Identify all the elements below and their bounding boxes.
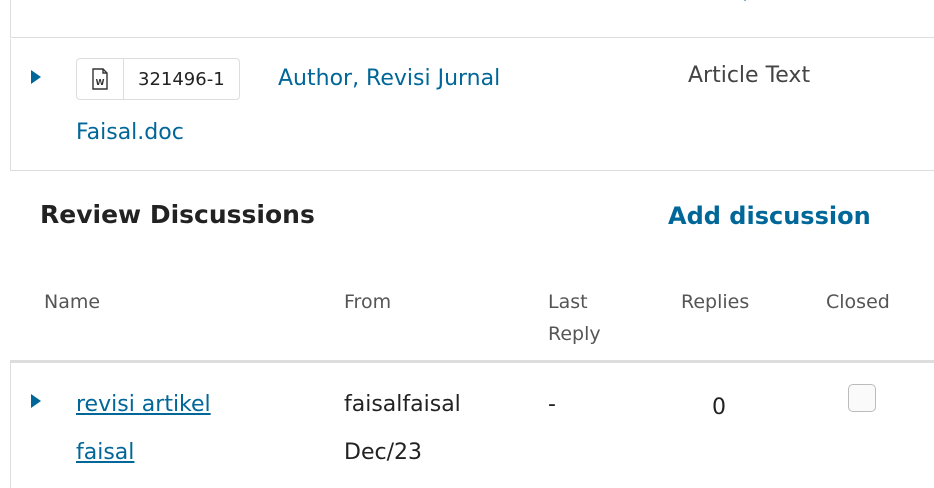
column-header-from[interactable]: From (344, 286, 391, 318)
truncated-link-fragment[interactable]: ' (742, 0, 748, 16)
file-name-link-continued[interactable]: Faisal.doc (76, 101, 184, 165)
discussion-last-reply: - (548, 392, 556, 417)
file-type-label: Article Text (688, 63, 811, 88)
add-discussion-button[interactable]: Add discussion (668, 202, 871, 230)
column-header-closed[interactable]: Closed (826, 286, 890, 318)
file-name-link[interactable]: Author, Revisi Jurnal (278, 47, 500, 111)
column-header-last-reply-line2: Reply (548, 323, 601, 345)
discussion-name-link-continued[interactable]: faisal (76, 429, 134, 477)
column-header-last-reply-line1: Last (548, 291, 588, 313)
top-panel (10, 0, 934, 38)
discussion-closed-checkbox[interactable] (848, 384, 876, 412)
svg-text:W: W (96, 78, 105, 87)
word-document-icon: W (77, 59, 124, 99)
section-title: Review Discussions (40, 200, 315, 229)
column-header-name[interactable]: Name (44, 286, 100, 318)
column-header-last-reply[interactable]: Last Reply (548, 286, 601, 350)
expand-row-icon[interactable] (31, 70, 41, 84)
discussion-replies-count: 0 (712, 395, 726, 420)
file-id: 321496-1 (138, 68, 225, 90)
discussion-from-date: Dec/23 (344, 440, 422, 465)
column-header-replies[interactable]: Replies (681, 286, 749, 318)
expand-discussion-icon[interactable] (31, 394, 41, 408)
file-badge: W 321496-1 (76, 58, 240, 100)
discussion-from-user: faisalfaisal (344, 392, 461, 417)
discussion-name-link[interactable]: revisi artikel (76, 381, 211, 429)
